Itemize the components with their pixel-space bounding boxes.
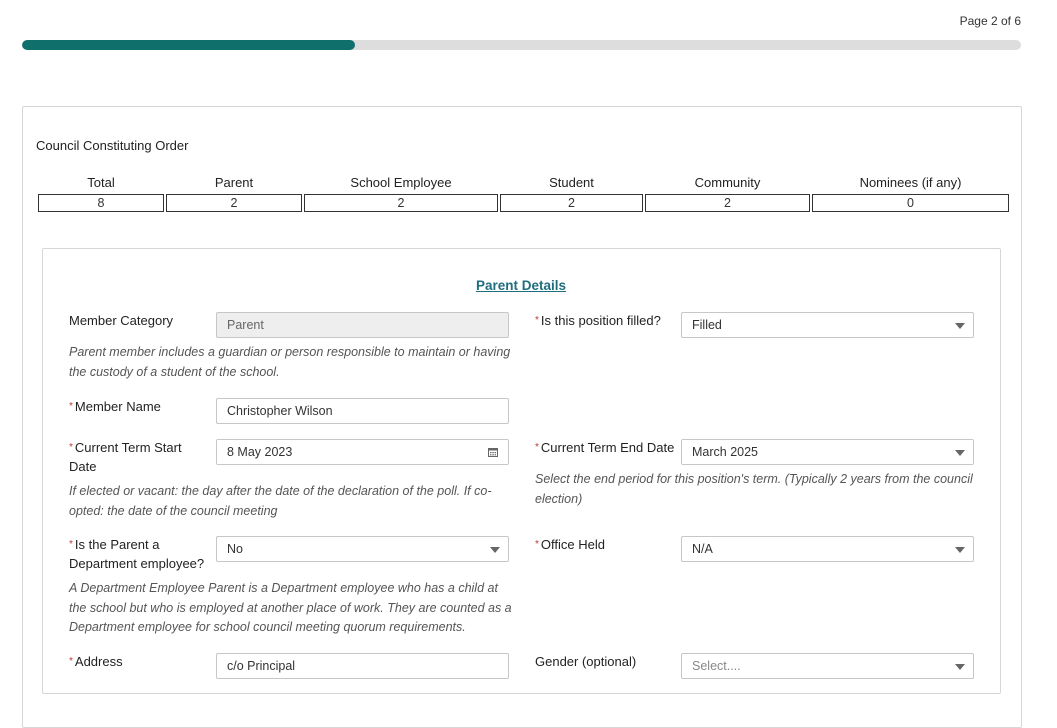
section-title: Council Constituting Order [36, 138, 189, 153]
calendar-icon[interactable] [488, 447, 498, 457]
cell-total: 8 [38, 194, 164, 212]
office-held-label: * Office Held [535, 537, 605, 552]
progress-bar [22, 40, 1021, 50]
member-category-field: Parent [216, 312, 509, 338]
column-header-total: Total [87, 175, 115, 190]
term-start-date-input[interactable]: 8 May 2023 [216, 439, 509, 465]
chevron-down-icon [955, 450, 965, 456]
member-name-label: * Member Name [69, 399, 161, 414]
progress-fill [22, 40, 355, 50]
term-end-hint: Select the end period for this position'… [535, 472, 973, 506]
cell-school-employee: 2 [304, 194, 498, 212]
member-name-input[interactable]: Christopher Wilson [216, 398, 509, 424]
chevron-down-icon [955, 323, 965, 329]
office-held-select[interactable]: N/A [681, 536, 974, 562]
cell-parent: 2 [166, 194, 302, 212]
chevron-down-icon [955, 547, 965, 553]
column-header-student: Student [549, 175, 594, 190]
page-indicator: Page 2 of 6 [959, 14, 1021, 28]
gender-label: Gender (optional) [535, 654, 637, 669]
column-header-community: Community [694, 175, 761, 190]
dept-employee-label: * Is the Parent a Department employee? [69, 537, 205, 571]
member-category-hint: Parent member includes a guardian or per… [69, 345, 511, 379]
address-label: * Address [69, 654, 123, 669]
column-header-parent: Parent [214, 175, 254, 190]
cell-nominees: 0 [812, 194, 1009, 212]
position-filled-label: * Is this position filled? [535, 313, 661, 328]
chevron-down-icon [955, 664, 965, 670]
term-start-hint: If elected or vacant: the day after the … [69, 484, 492, 518]
table-row: 8 2 2 2 2 0 [38, 194, 1009, 212]
dept-employee-hint: A Department Employee Parent is a Depart… [69, 581, 512, 634]
constituting-order-table: Total Parent School Employee Student Com… [36, 175, 1011, 212]
term-end-label: * Current Term End Date [535, 440, 675, 455]
chevron-down-icon [490, 547, 500, 553]
dept-employee-select[interactable]: No [216, 536, 509, 562]
gender-select[interactable]: Select.... [681, 653, 974, 679]
address-input[interactable]: c/o Principal [216, 653, 509, 679]
term-end-select[interactable]: March 2025 [681, 439, 974, 465]
parent-details-heading: Parent Details [475, 278, 567, 293]
column-header-school-employee: School Employee [350, 175, 452, 190]
cell-student: 2 [500, 194, 643, 212]
term-start-label: * Current Term Start Date [69, 440, 182, 474]
cell-community: 2 [645, 194, 810, 212]
column-header-nominees: Nominees (if any) [859, 175, 962, 190]
position-filled-select[interactable]: Filled [681, 312, 974, 338]
member-category-label: Member Category [69, 313, 174, 328]
